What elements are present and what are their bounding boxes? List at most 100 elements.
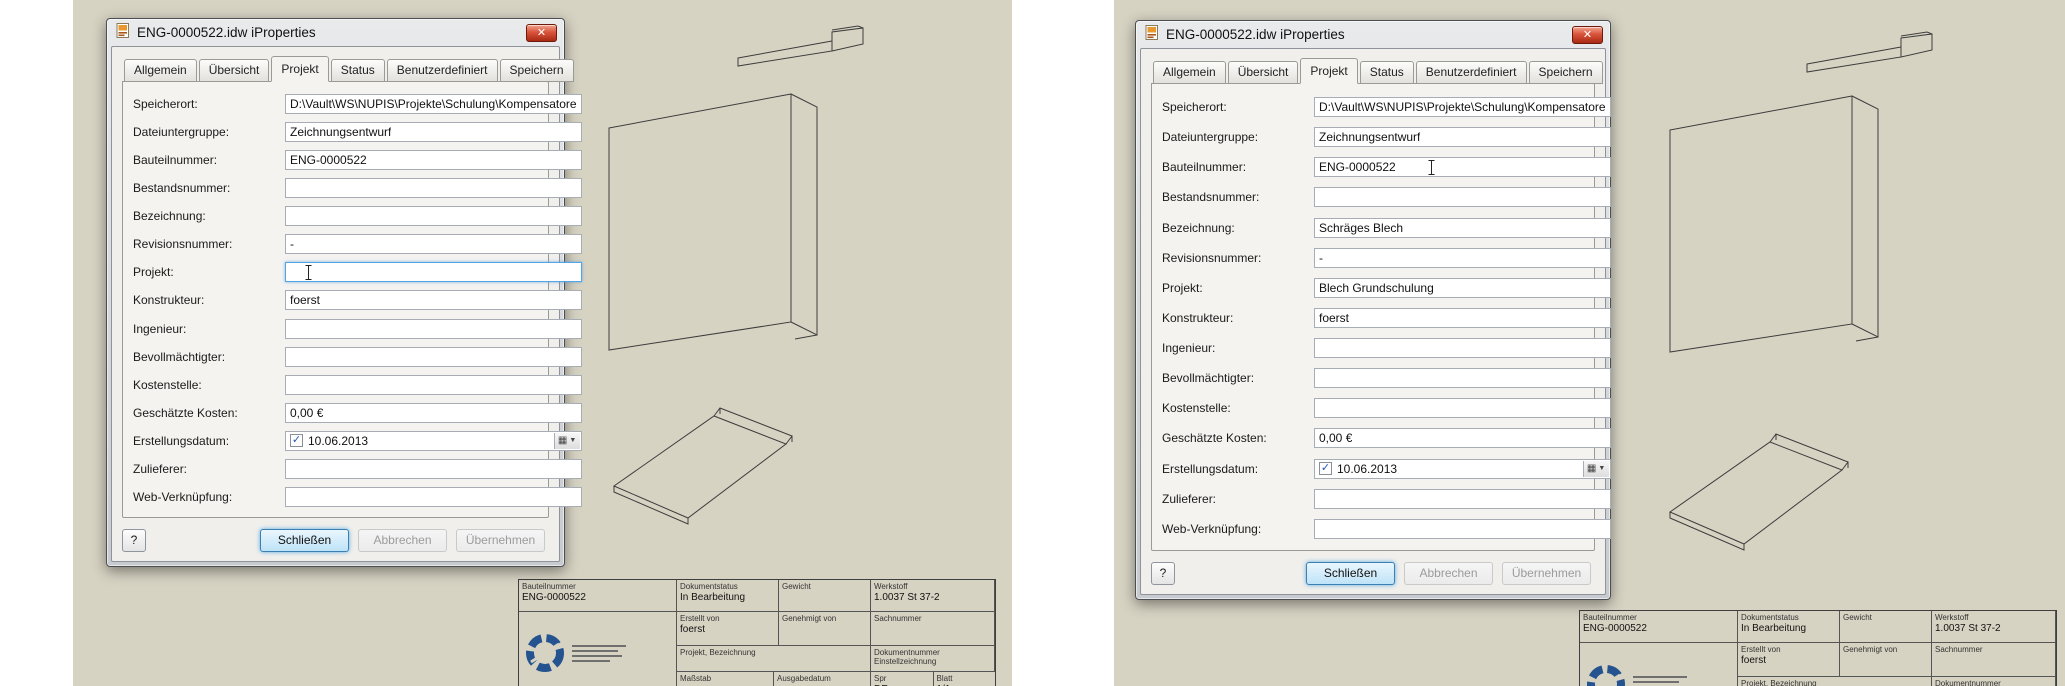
tab-status[interactable]: Status bbox=[330, 59, 385, 82]
field-value: ENG-0000522 bbox=[1319, 160, 1396, 175]
help-button[interactable]: ? bbox=[122, 528, 146, 552]
field-input-zulieferer[interactable] bbox=[1314, 488, 1611, 509]
close-icon[interactable]: ✕ bbox=[1572, 25, 1603, 44]
tab-ubersicht[interactable]: Übersicht bbox=[198, 59, 270, 82]
field-label-projekt: Projekt: bbox=[1162, 280, 1203, 295]
schliessen-button[interactable]: Schließen bbox=[260, 528, 349, 552]
chevron-down-icon: ▼ bbox=[1598, 465, 1606, 473]
tb-created-value: foerst bbox=[1741, 655, 1767, 667]
field-label-dateiuntergruppe: Dateiuntergruppe: bbox=[1162, 130, 1259, 145]
field-input-dateiuntergruppe[interactable]: Zeichnungsentwurf bbox=[1314, 127, 1611, 148]
field-input-geschatzte-kosten[interactable]: 0,00 € bbox=[1314, 428, 1611, 449]
schliessen-button[interactable]: Schließen bbox=[1306, 561, 1395, 585]
dialog-button-bar: ? Schließen Abbrechen Übernehmen bbox=[122, 527, 549, 553]
field-input-erstellungsdatum[interactable]: ✓ 10.06.2013 ▦ ▼ bbox=[1314, 458, 1611, 479]
field-input-web-verknupfung[interactable] bbox=[285, 486, 582, 507]
field-input-projekt[interactable] bbox=[285, 262, 582, 283]
field-input-geschatzte-kosten[interactable]: 0,00 € bbox=[285, 402, 582, 423]
tb-created-value: foerst bbox=[680, 624, 706, 636]
field-input-erstellungsdatum[interactable]: ✓ 10.06.2013 ▦ ▼ bbox=[285, 430, 582, 451]
tab-allgemein[interactable]: Allgemein bbox=[1153, 61, 1226, 84]
field-input-bestandsnummer[interactable] bbox=[1314, 187, 1611, 208]
checkbox-checked-icon[interactable]: ✓ bbox=[1319, 462, 1332, 476]
field-label-zulieferer: Zulieferer: bbox=[133, 461, 188, 476]
field-input-bezeichnung[interactable] bbox=[285, 206, 582, 227]
help-button[interactable]: ? bbox=[1151, 561, 1175, 585]
field-input-web-verknupfung[interactable] bbox=[1314, 518, 1611, 539]
field-input-bezeichnung[interactable]: Schräges Blech bbox=[1314, 217, 1611, 238]
dialog-body: Allgemein Übersicht Projekt Status Benutzerd… bbox=[111, 46, 582, 562]
field-input-bestandsnummer[interactable] bbox=[285, 178, 582, 199]
field-row: Konstrukteur: foerst bbox=[1162, 307, 1611, 328]
field-input-bauteilnummer[interactable]: ENG-0000522 bbox=[285, 150, 582, 171]
tab-projekt[interactable]: Projekt bbox=[1300, 58, 1358, 84]
abbrechen-button[interactable]: Abbrechen bbox=[358, 528, 447, 552]
field-row: Revisionsnummer: - bbox=[133, 234, 582, 255]
field-input-ingenieur[interactable] bbox=[1314, 338, 1611, 359]
tb-issue-label: Ausgabedatum bbox=[777, 674, 831, 683]
field-input-kostenstelle[interactable] bbox=[285, 374, 582, 395]
tb-sheet-label: Blatt bbox=[936, 674, 953, 683]
field-label-zulieferer: Zulieferer: bbox=[1162, 491, 1217, 506]
tab-speichern[interactable]: Speichern bbox=[499, 59, 574, 82]
field-input-revisionsnummer[interactable]: - bbox=[285, 234, 582, 255]
abbrechen-button[interactable]: Abbrechen bbox=[1404, 561, 1493, 585]
close-icon[interactable]: ✕ bbox=[526, 23, 557, 42]
field-input-projekt[interactable]: Blech Grundschulung bbox=[1314, 277, 1611, 298]
field-input-speicherort[interactable]: D:\Vault\WS\NUPIS\Projekte\Schulung\Komp… bbox=[285, 94, 582, 115]
field-input-ingenieur[interactable] bbox=[285, 318, 582, 339]
field-label-kostenstelle: Kostenstelle: bbox=[133, 377, 202, 392]
field-input-revisionsnummer[interactable]: - bbox=[1314, 247, 1611, 268]
cad-view-flange-side bbox=[1806, 31, 1933, 73]
field-input-bauteilnummer[interactable]: ENG-0000522 bbox=[1314, 157, 1611, 178]
field-row: Zulieferer: bbox=[1162, 488, 1611, 509]
tb-status-value: In Bearbeitung bbox=[1741, 623, 1807, 635]
tab-benutzerdefiniert[interactable]: Benutzerdefiniert bbox=[1415, 61, 1527, 84]
field-input-speicherort[interactable]: D:\Vault\WS\NUPIS\Projekte\Schulung\Komp… bbox=[1314, 97, 1611, 118]
dialog-titlebar[interactable]: ENG-0000522.idw iProperties ✕ bbox=[111, 19, 560, 46]
checkbox-checked-icon[interactable]: ✓ bbox=[290, 434, 303, 448]
field-value: foerst bbox=[1319, 310, 1350, 325]
tb-material-value: 1.0037 St 37-2 bbox=[874, 592, 940, 604]
dialog-titlebar[interactable]: ENG-0000522.idw iProperties ✕ bbox=[1140, 21, 1606, 48]
cad-view-main-sheet bbox=[1669, 95, 1879, 353]
field-input-konstrukteur[interactable]: foerst bbox=[1314, 307, 1611, 328]
date-picker-dropdown[interactable]: ▦ ▼ bbox=[553, 432, 580, 449]
tab-strip: Allgemein Übersicht Projekt Status Benutzerd… bbox=[122, 56, 574, 82]
tb-part-value: ENG-0000522 bbox=[522, 592, 586, 604]
field-label-kostenstelle: Kostenstelle: bbox=[1162, 401, 1231, 416]
tb-part-label: Bauteilnummer bbox=[522, 582, 576, 591]
tb-material-label: Werkstoff bbox=[874, 582, 908, 591]
field-row: Erstellungsdatum: ✓ 10.06.2013 ▦ ▼ bbox=[133, 430, 582, 451]
tab-ubersicht[interactable]: Übersicht bbox=[1227, 61, 1299, 84]
tab-benutzerdefiniert[interactable]: Benutzerdefiniert bbox=[386, 59, 498, 82]
field-input-dateiuntergruppe[interactable]: Zeichnungsentwurf bbox=[285, 122, 582, 143]
ubernehmen-button[interactable]: Übernehmen bbox=[456, 528, 545, 552]
field-input-kostenstelle[interactable] bbox=[1314, 398, 1611, 419]
tab-allgemein[interactable]: Allgemein bbox=[124, 59, 197, 82]
field-input-konstrukteur[interactable]: foerst bbox=[285, 290, 582, 311]
tb-docnum-sub-label: Einstellzeichnung bbox=[874, 657, 937, 667]
iproperties-dialog: ENG-0000522.idw iProperties ✕ Allgemein Ü… bbox=[106, 18, 582, 567]
tab-speichern[interactable]: Speichern bbox=[1528, 61, 1603, 84]
field-label-dateiuntergruppe: Dateiuntergruppe: bbox=[133, 125, 230, 140]
field-input-bevollmachtigter[interactable] bbox=[285, 346, 582, 367]
field-row: Bauteilnummer: ENG-0000522 bbox=[1162, 157, 1611, 178]
field-label-bezeichnung: Bezeichnung: bbox=[133, 209, 206, 224]
field-value: Zeichnungsentwurf bbox=[1319, 130, 1421, 145]
date-picker-dropdown[interactable]: ▦ ▼ bbox=[1582, 460, 1609, 477]
tab-status[interactable]: Status bbox=[1359, 61, 1414, 84]
field-row: Bauteilnummer: ENG-0000522 bbox=[133, 150, 582, 171]
field-input-bevollmachtigter[interactable] bbox=[1314, 368, 1611, 389]
field-row: Ingenieur: bbox=[1162, 338, 1611, 359]
tb-created-label: Erstellt von bbox=[680, 614, 720, 623]
tab-projekt[interactable]: Projekt bbox=[271, 56, 329, 82]
company-address-text bbox=[1633, 675, 1687, 686]
ubernehmen-button[interactable]: Übernehmen bbox=[1502, 561, 1591, 585]
tb-project-label: Projekt, Bezeichnung bbox=[680, 648, 756, 657]
field-input-zulieferer[interactable] bbox=[285, 458, 582, 479]
cad-view-main-sheet bbox=[608, 93, 818, 351]
ibeam-mouse-cursor bbox=[1427, 159, 1436, 176]
field-label-geschatzte-kosten: Geschätzte Kosten: bbox=[133, 405, 238, 420]
field-value: Zeichnungsentwurf bbox=[290, 125, 392, 140]
